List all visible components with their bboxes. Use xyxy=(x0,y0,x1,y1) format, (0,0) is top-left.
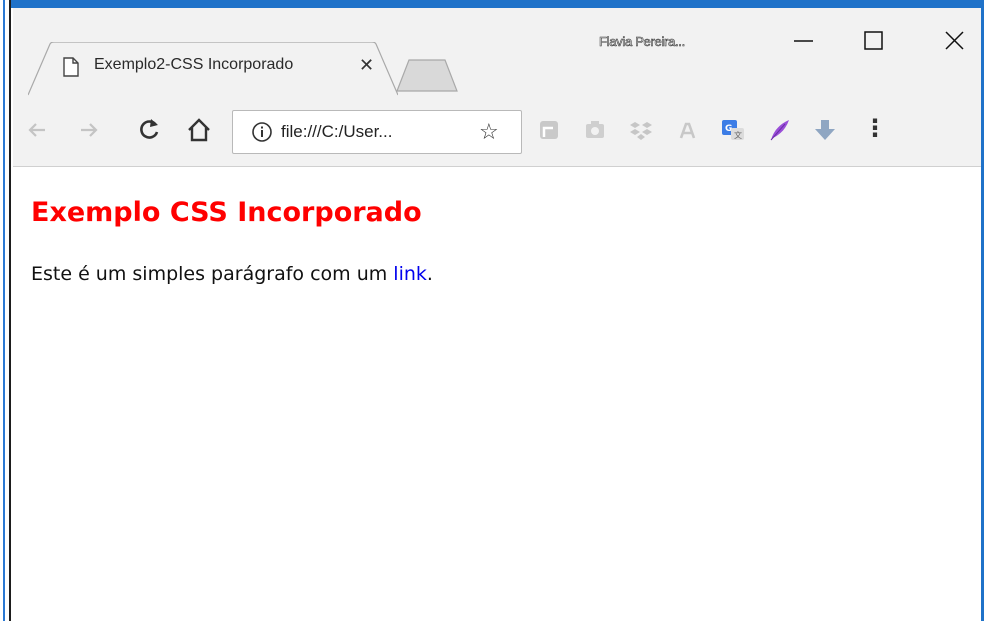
camera-icon[interactable] xyxy=(581,116,609,144)
page-heading: Exemplo CSS Incorporado xyxy=(31,197,422,228)
page-link[interactable]: link xyxy=(393,263,427,285)
home-icon[interactable] xyxy=(185,116,213,144)
feather-icon[interactable] xyxy=(765,116,793,144)
title-bar: Exemplo2-CSS Incorporado ✕ Flavia Pereir… xyxy=(13,8,981,102)
maximize-icon xyxy=(864,31,883,50)
dropbox-icon[interactable] xyxy=(627,116,655,144)
address-bar[interactable]: file:///C:/User... ☆ xyxy=(232,110,522,154)
minimize-icon xyxy=(794,40,813,42)
translate-icon[interactable]: G文 xyxy=(719,116,747,144)
arrow-left-icon[interactable] xyxy=(23,116,51,144)
browser-toolbar: file:///C:/User... ☆ G文 ⋮ xyxy=(13,102,981,167)
window-frame-left xyxy=(0,0,11,621)
address-text[interactable]: file:///C:/User... xyxy=(281,122,392,142)
tab-title: Exemplo2-CSS Incorporado xyxy=(94,56,294,73)
star-icon[interactable]: ☆ xyxy=(479,120,499,145)
page-content: Exemplo CSS Incorporado Este é um simple… xyxy=(13,167,981,621)
profile-button[interactable]: Flavia Pereira... xyxy=(599,34,686,50)
close-window-button[interactable] xyxy=(931,26,977,56)
minimize-button[interactable] xyxy=(781,26,827,56)
window-frame-top xyxy=(11,0,984,8)
paragraph-text: Este é um simples parágrafo com um xyxy=(31,263,394,285)
tab-close-icon[interactable]: ✕ xyxy=(359,55,374,76)
page-paragraph: Este é um simples parágrafo com um link. xyxy=(31,263,433,285)
svg-text:文: 文 xyxy=(734,130,742,140)
extension-icon[interactable] xyxy=(535,116,563,144)
ext-icon[interactable] xyxy=(673,116,701,144)
menu-icon[interactable]: ⋮ xyxy=(861,114,889,142)
browser-tab[interactable]: Exemplo2-CSS Incorporado ✕ xyxy=(28,42,398,96)
paragraph-end: . xyxy=(426,263,433,285)
close-icon xyxy=(945,31,964,50)
arrow-right-icon[interactable] xyxy=(75,116,103,144)
info-icon[interactable] xyxy=(251,121,273,143)
maximize-button[interactable] xyxy=(851,26,897,56)
new-tab-button[interactable] xyxy=(395,58,459,92)
reload-icon[interactable] xyxy=(135,116,163,144)
download-arrow-icon[interactable] xyxy=(811,116,839,144)
page-icon xyxy=(62,57,80,77)
